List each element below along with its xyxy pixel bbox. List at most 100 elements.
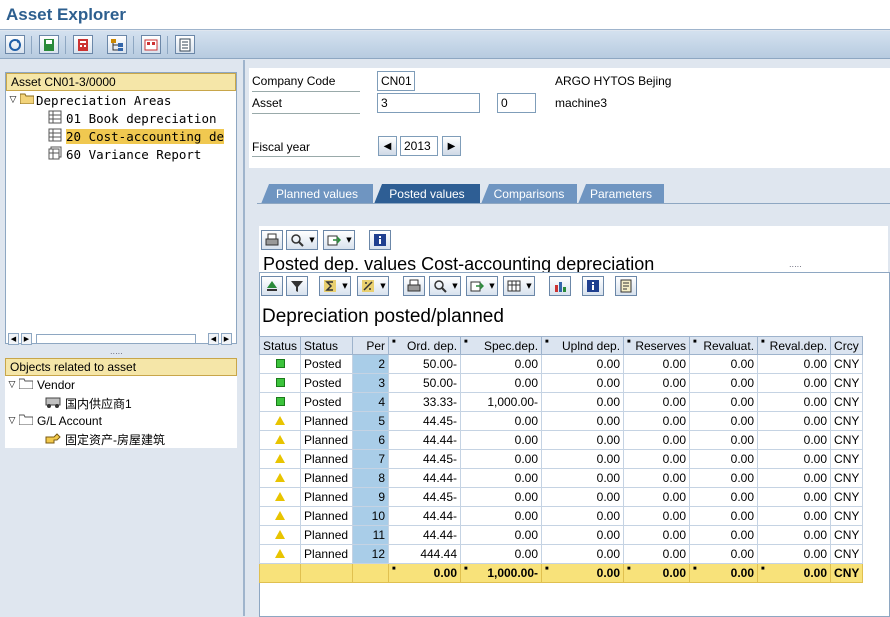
revaluat-cell[interactable]: 0.00 — [689, 544, 759, 564]
scroll-left-icon[interactable]: ◀ — [208, 333, 219, 345]
chevron-down-icon[interactable]: ▼ — [378, 276, 389, 296]
next-year-button[interactable]: ▶ — [442, 136, 461, 156]
filter-icon[interactable] — [286, 276, 308, 296]
reserves-cell[interactable]: 0.00 — [623, 373, 691, 393]
spec-dep-cell[interactable]: 0.00 — [460, 468, 543, 488]
table-row[interactable]: Planned 11 44.44- 0.00 0.00 0.00 0.00 0.00 CNY — [258, 525, 864, 545]
status-icon-cell[interactable] — [258, 411, 302, 431]
period-cell[interactable]: 10 — [352, 506, 390, 526]
uplnd-dep-cell[interactable]: 0.00 — [541, 525, 625, 545]
export-icon[interactable] — [323, 230, 345, 250]
period-cell[interactable]: 6 — [352, 430, 390, 450]
uplnd-dep-cell[interactable]: 0.00 — [541, 468, 625, 488]
period-cell[interactable]: 5 — [352, 411, 390, 431]
status-cell[interactable]: Planned — [300, 487, 354, 507]
ord-dep-cell[interactable]: 44.44- — [388, 525, 462, 545]
reserves-cell[interactable]: 0.00 — [623, 506, 691, 526]
section-splitter[interactable]: ..... — [789, 260, 802, 269]
revaluat-cell[interactable]: 0.00 — [689, 392, 759, 412]
currency-cell[interactable]: CNY — [830, 392, 864, 412]
scroll-thumb[interactable] — [36, 334, 196, 344]
period-cell[interactable]: 12 — [352, 544, 390, 564]
period-cell[interactable]: 3 — [352, 373, 390, 393]
column-header-reserves[interactable]: ■ Reserves — [623, 336, 691, 355]
status-icon-cell[interactable] — [258, 392, 302, 412]
currency-cell[interactable]: CNY — [830, 544, 864, 564]
spec-dep-cell[interactable]: 1,000.00- — [460, 392, 543, 412]
spec-dep-cell[interactable]: 0.00 — [460, 506, 543, 526]
chart-icon[interactable] — [549, 276, 571, 296]
total-reserves-cell[interactable]: ■ 0.00 — [623, 563, 691, 583]
reserves-cell[interactable]: 0.00 — [623, 411, 691, 431]
info-icon[interactable] — [369, 230, 391, 250]
table-row[interactable]: Planned 7 44.45- 0.00 0.00 0.00 0.00 0.00 CNY — [258, 449, 864, 469]
reval-dep-cell[interactable]: 0.00 — [757, 525, 832, 545]
table-row[interactable]: Posted 4 33.33- 1,000.00- 0.00 0.00 0.00 0.00 CN… — [258, 392, 864, 412]
total-uplnd-dep-cell[interactable]: ■ 0.00 — [541, 563, 625, 583]
reval-dep-cell[interactable]: 0.00 — [757, 373, 832, 393]
reserves-cell[interactable]: 0.00 — [623, 487, 691, 507]
reserves-cell[interactable]: 0.00 — [623, 525, 691, 545]
column-header-currency[interactable]: Crcy — [830, 336, 864, 355]
status-icon-cell[interactable] — [258, 506, 302, 526]
status-icon-cell[interactable] — [258, 354, 302, 374]
column-header-status[interactable]: Status — [300, 336, 354, 355]
chevron-down-icon[interactable]: ▼ — [340, 276, 351, 296]
table-row[interactable]: Planned 12 444.44 0.00 0.00 0.00 0.00 0.00 CNY — [258, 544, 864, 564]
total-row[interactable]: ■ 0.00 ■ 1,000.00- ■ 0.00 ■ 0.00 ■ 0.00 ■ 0.00 CNY — [258, 563, 864, 583]
reval-dep-cell[interactable]: 0.00 — [757, 506, 832, 526]
chevron-down-icon[interactable]: ▼ — [487, 276, 498, 296]
ord-dep-cell[interactable]: 44.45- — [388, 449, 462, 469]
total-ord-dep-cell[interactable]: ■ 0.00 — [388, 563, 462, 583]
fiscal-year-field[interactable]: 2013 — [400, 136, 438, 156]
status-icon-cell[interactable] — [258, 525, 302, 545]
status-cell[interactable]: Planned — [300, 430, 354, 450]
revaluat-cell[interactable]: 0.00 — [689, 373, 759, 393]
revaluat-cell[interactable]: 0.00 — [689, 525, 759, 545]
ord-dep-cell[interactable]: 444.44 — [388, 544, 462, 564]
revaluat-cell[interactable]: 0.00 — [689, 449, 759, 469]
table-row[interactable]: Planned 5 44.45- 0.00 0.00 0.00 0.00 0.00 CNY — [258, 411, 864, 431]
tree-item-cost-accounting[interactable]: 20 Cost-accounting de — [6, 127, 236, 145]
tree-node-gl-account[interactable]: ▽ G/L Account — [5, 412, 237, 430]
revaluat-cell[interactable]: 0.00 — [689, 411, 759, 431]
uplnd-dep-cell[interactable]: 0.00 — [541, 506, 625, 526]
reserves-cell[interactable]: 0.00 — [623, 544, 691, 564]
spec-dep-cell[interactable]: 0.00 — [460, 449, 543, 469]
currency-cell[interactable]: CNY — [830, 468, 864, 488]
tree-item-vendor[interactable]: 国内供应商1 — [5, 394, 237, 412]
reval-dep-cell[interactable]: 0.00 — [757, 544, 832, 564]
uplnd-dep-cell[interactable]: 0.00 — [541, 411, 625, 431]
reval-dep-cell[interactable]: 0.00 — [757, 449, 832, 469]
column-header-revaluat[interactable]: ■ Revaluat. — [689, 336, 759, 355]
reval-dep-cell[interactable]: 0.00 — [757, 392, 832, 412]
uplnd-dep-cell[interactable]: 0.00 — [541, 373, 625, 393]
ord-dep-cell[interactable]: 44.45- — [388, 487, 462, 507]
currency-cell[interactable]: CNY — [830, 430, 864, 450]
status-cell[interactable]: Planned — [300, 449, 354, 469]
uplnd-dep-cell[interactable]: 0.00 — [541, 430, 625, 450]
chevron-down-icon[interactable]: ▼ — [344, 230, 355, 250]
period-cell[interactable]: 8 — [352, 468, 390, 488]
uplnd-dep-cell[interactable]: 0.00 — [541, 449, 625, 469]
currency-cell[interactable]: CNY — [830, 487, 864, 507]
period-cell[interactable]: 11 — [352, 525, 390, 545]
status-cell[interactable]: Planned — [300, 506, 354, 526]
status-icon-cell[interactable] — [258, 373, 302, 393]
reval-dep-cell[interactable]: 0.00 — [757, 411, 832, 431]
sum-icon[interactable] — [319, 276, 341, 296]
currency-cell[interactable]: CNY — [830, 506, 864, 526]
spec-dep-cell[interactable]: 0.00 — [460, 544, 543, 564]
subtotal-icon[interactable] — [357, 276, 379, 296]
tree-item-book-depreciation[interactable]: 01 Book depreciation — [6, 109, 236, 127]
chevron-down-icon[interactable]: ▽ — [6, 95, 20, 105]
ord-dep-cell[interactable]: 50.00- — [388, 373, 462, 393]
document-icon[interactable] — [175, 35, 195, 54]
notes-icon[interactable] — [615, 276, 637, 296]
layout-icon[interactable] — [503, 276, 525, 296]
tab-parameters[interactable]: Parameters — [578, 184, 664, 204]
company-code-field[interactable]: CN01 — [377, 71, 415, 91]
table-row[interactable]: Posted 3 50.00- 0.00 0.00 0.00 0.00 0.00 CNY — [258, 373, 864, 393]
spec-dep-cell[interactable]: 0.00 — [460, 487, 543, 507]
total-reval-dep-cell[interactable]: ■ 0.00 — [757, 563, 832, 583]
